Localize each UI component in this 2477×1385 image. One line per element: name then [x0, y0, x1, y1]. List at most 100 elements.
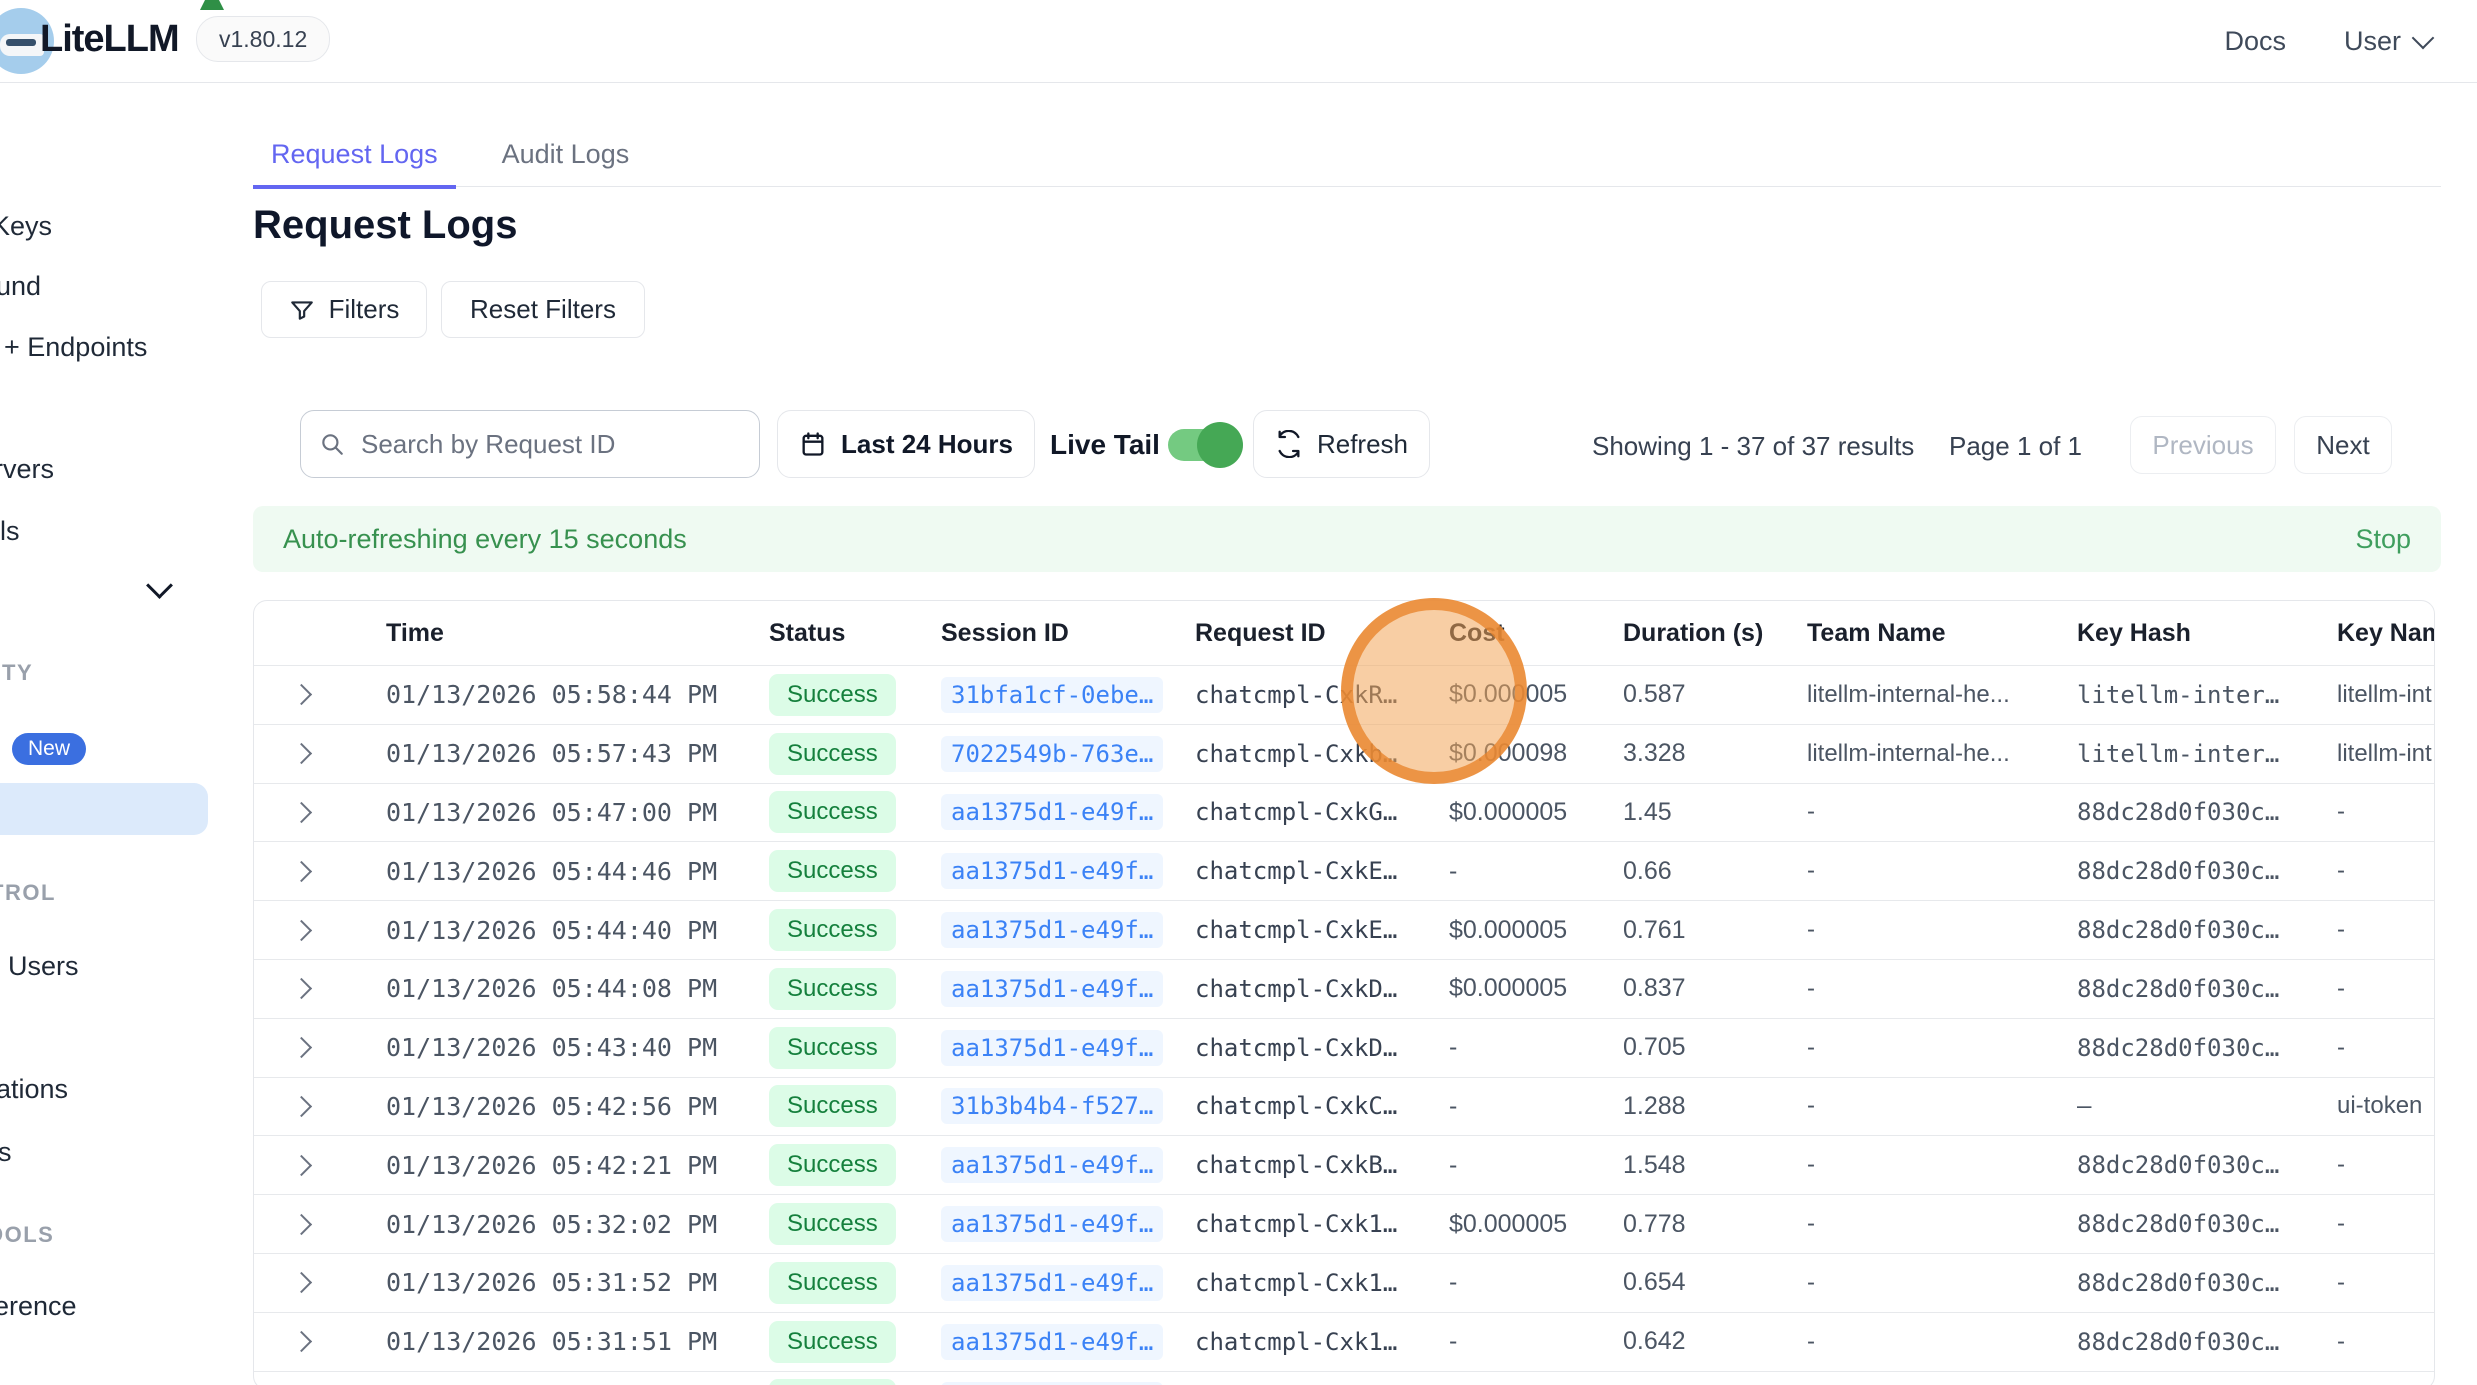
session-id-link[interactable]: aa1375d1-e49f…: [941, 794, 1163, 830]
cell-time: 01/13/2026 05:31:51 PM: [339, 1327, 722, 1356]
expand-row-chevron-icon[interactable]: [291, 978, 312, 999]
status-badge: Success: [769, 1203, 896, 1245]
cell-team-name: -: [1760, 1328, 2030, 1356]
sidebar-item-api-reference[interactable]: erence: [0, 1291, 77, 1322]
reset-filters-label: Reset Filters: [470, 294, 616, 325]
session-id-link[interactable]: aa1375d1-e49f…: [941, 912, 1163, 948]
session-id-link[interactable]: 7022549b-763e…: [941, 736, 1163, 772]
table-row[interactable]: 01/13/2026 05:44:08 PM Success aa1375d1-…: [254, 959, 2434, 1018]
table-row[interactable]: 01/13/2026 05:44:46 PM Success aa1375d1-…: [254, 841, 2434, 900]
sidebar-item-guardrails[interactable]: ils: [0, 516, 20, 547]
sidebar-section-access-control: TROL: [0, 880, 56, 906]
tab-request-logs[interactable]: Request Logs: [253, 133, 456, 189]
sidebar-item-organizations[interactable]: ations: [0, 1074, 68, 1105]
session-id-link[interactable]: aa1375d1-e49f…: [941, 971, 1163, 1007]
table-row[interactable]: 01/13/2026 05:44:40 PM Success aa1375d1-…: [254, 900, 2434, 959]
table-row[interactable]: 01/13/2026 05:42:56 PM Success 31b3b4b4-…: [254, 1077, 2434, 1136]
sidebar-item-logs-active[interactable]: [0, 783, 208, 835]
cell-key-hash: 88dc28d0f030c…: [2030, 1328, 2290, 1356]
expand-row-chevron-icon[interactable]: [291, 919, 312, 940]
cell-status: Success: [722, 1144, 894, 1186]
cell-duration: 3.328: [1576, 739, 1760, 768]
cell-request-id: chatcmpl-CxkC…: [1148, 1092, 1402, 1120]
cell-status: Success: [722, 1379, 894, 1385]
session-id-link[interactable]: aa1375d1-e49f…: [941, 1206, 1163, 1242]
cell-key-hash: litellm-inter…: [2030, 740, 2290, 768]
time-range-label: Last 24 Hours: [841, 429, 1013, 460]
live-tail-toggle[interactable]: [1168, 429, 1236, 461]
cell-time: 01/13/2026 05:44:46 PM: [339, 857, 722, 886]
sidebar-item-servers[interactable]: rvers: [0, 454, 54, 485]
filters-button[interactable]: Filters: [261, 281, 427, 338]
cell-cost: -: [1402, 1268, 1576, 1297]
cell-request-id: chatcmpl-CxkE…: [1148, 916, 1402, 944]
top-navbar: LiteLLM v1.80.12 Docs User: [0, 0, 2477, 83]
auto-refresh-text: Auto-refreshing every 15 seconds: [283, 524, 687, 555]
session-id-link[interactable]: aa1375d1-e49f…: [941, 1324, 1163, 1360]
previous-page-button[interactable]: Previous: [2130, 416, 2276, 474]
tab-audit-logs[interactable]: Audit Logs: [484, 133, 648, 189]
cell-session-id: aa1375d1-e49f…: [894, 1324, 1148, 1360]
table-row[interactable]: 01/13/2026 05:57:43 PM Success 7022549b-…: [254, 724, 2434, 783]
reset-filters-button[interactable]: Reset Filters: [441, 281, 645, 338]
session-id-link[interactable]: aa1375d1-e49f…: [941, 1265, 1163, 1301]
sidebar-item-keys[interactable]: Keys: [0, 211, 52, 242]
sidebar-item-teams[interactable]: s: [0, 1137, 12, 1168]
sidebar-item-users[interactable]: Users: [8, 951, 79, 982]
stop-auto-refresh-button[interactable]: Stop: [2355, 524, 2411, 555]
cell-team-name: -: [1760, 857, 2030, 885]
cell-session-id: aa1375d1-e49f…: [894, 1147, 1148, 1183]
table-row[interactable]: 01/13/2026 05:31:51 PM Success aa1375d1-…: [254, 1312, 2434, 1371]
cell-duration: 0.761: [1576, 916, 1760, 945]
cell-status: Success: [722, 909, 894, 951]
table-row[interactable]: 01/13/2026 05:43:40 PM Success aa1375d1-…: [254, 1018, 2434, 1077]
docs-link[interactable]: Docs: [2224, 26, 2286, 57]
session-id-link[interactable]: 31b3b4b4-f527…: [941, 1088, 1163, 1124]
cell-key-hash: 88dc28d0f030c…: [2030, 916, 2290, 944]
expand-row-chevron-icon[interactable]: [291, 1155, 312, 1176]
session-id-link[interactable]: aa1375d1-e49f…: [941, 1147, 1163, 1183]
refresh-button[interactable]: Refresh: [1253, 410, 1430, 478]
session-id-link[interactable]: aa1375d1-e49f…: [941, 853, 1163, 889]
expand-row-chevron-icon[interactable]: [291, 743, 312, 764]
expand-row-chevron-icon[interactable]: [291, 1331, 312, 1352]
table-row[interactable]: 01/13/2026 05:32:02 PM Success aa1375d1-…: [254, 1194, 2434, 1253]
cell-status: Success: [722, 1203, 894, 1245]
cell-time: 01/13/2026 05:42:56 PM: [339, 1092, 722, 1121]
sidebar-item-playground[interactable]: und: [0, 271, 41, 302]
live-tail-label: Live Tail: [1050, 429, 1160, 461]
table-row[interactable]: 01/13/2026 05:42:21 PM Success aa1375d1-…: [254, 1135, 2434, 1194]
cell-status: Success: [722, 674, 894, 716]
expand-row-chevron-icon[interactable]: [291, 1096, 312, 1117]
cell-duration: 0.778: [1576, 1210, 1760, 1239]
table-row[interactable]: 01/13/2026 05:31:38 PM Success aa1375d1-…: [254, 1371, 2434, 1385]
cell-team-name: -: [1760, 1151, 2030, 1179]
search-input[interactable]: [359, 428, 723, 461]
table-row[interactable]: 01/13/2026 05:47:00 PM Success aa1375d1-…: [254, 783, 2434, 842]
cell-duration: 1.288: [1576, 1092, 1760, 1121]
next-page-button[interactable]: Next: [2294, 416, 2392, 474]
sidebar-collapse-chevron-icon[interactable]: [146, 572, 173, 599]
expand-row-chevron-icon[interactable]: [291, 1213, 312, 1234]
session-id-link[interactable]: 31bfa1cf-0ebe…: [941, 677, 1163, 713]
cell-session-id: aa1375d1-e49f…: [894, 1206, 1148, 1242]
expand-row-chevron-icon[interactable]: [291, 1272, 312, 1293]
expand-row-chevron-icon[interactable]: [291, 861, 312, 882]
cell-team-name: litellm-internal-he...: [1760, 740, 2030, 768]
cell-request-id: chatcmpl-CxkD…: [1148, 1034, 1402, 1062]
session-id-link[interactable]: aa1375d1-e49f…: [941, 1030, 1163, 1066]
expand-row-chevron-icon[interactable]: [291, 1037, 312, 1058]
refresh-icon: [1275, 430, 1303, 458]
search-request-id-box[interactable]: [300, 410, 760, 478]
cell-team-name: -: [1760, 1092, 2030, 1120]
click-indicator: [1341, 598, 1527, 784]
sidebar-item-models-endpoints[interactable]: + Endpoints: [4, 332, 147, 363]
user-menu[interactable]: User: [2344, 26, 2431, 57]
cell-duration: 0.66: [1576, 857, 1760, 886]
time-range-button[interactable]: Last 24 Hours: [777, 410, 1035, 478]
expand-row-chevron-icon[interactable]: [291, 802, 312, 823]
expand-row-chevron-icon[interactable]: [291, 684, 312, 705]
cell-request-id: chatcmpl-Cxk1…: [1148, 1210, 1402, 1238]
table-row[interactable]: 01/13/2026 05:31:52 PM Success aa1375d1-…: [254, 1253, 2434, 1312]
cell-status: Success: [722, 733, 894, 775]
